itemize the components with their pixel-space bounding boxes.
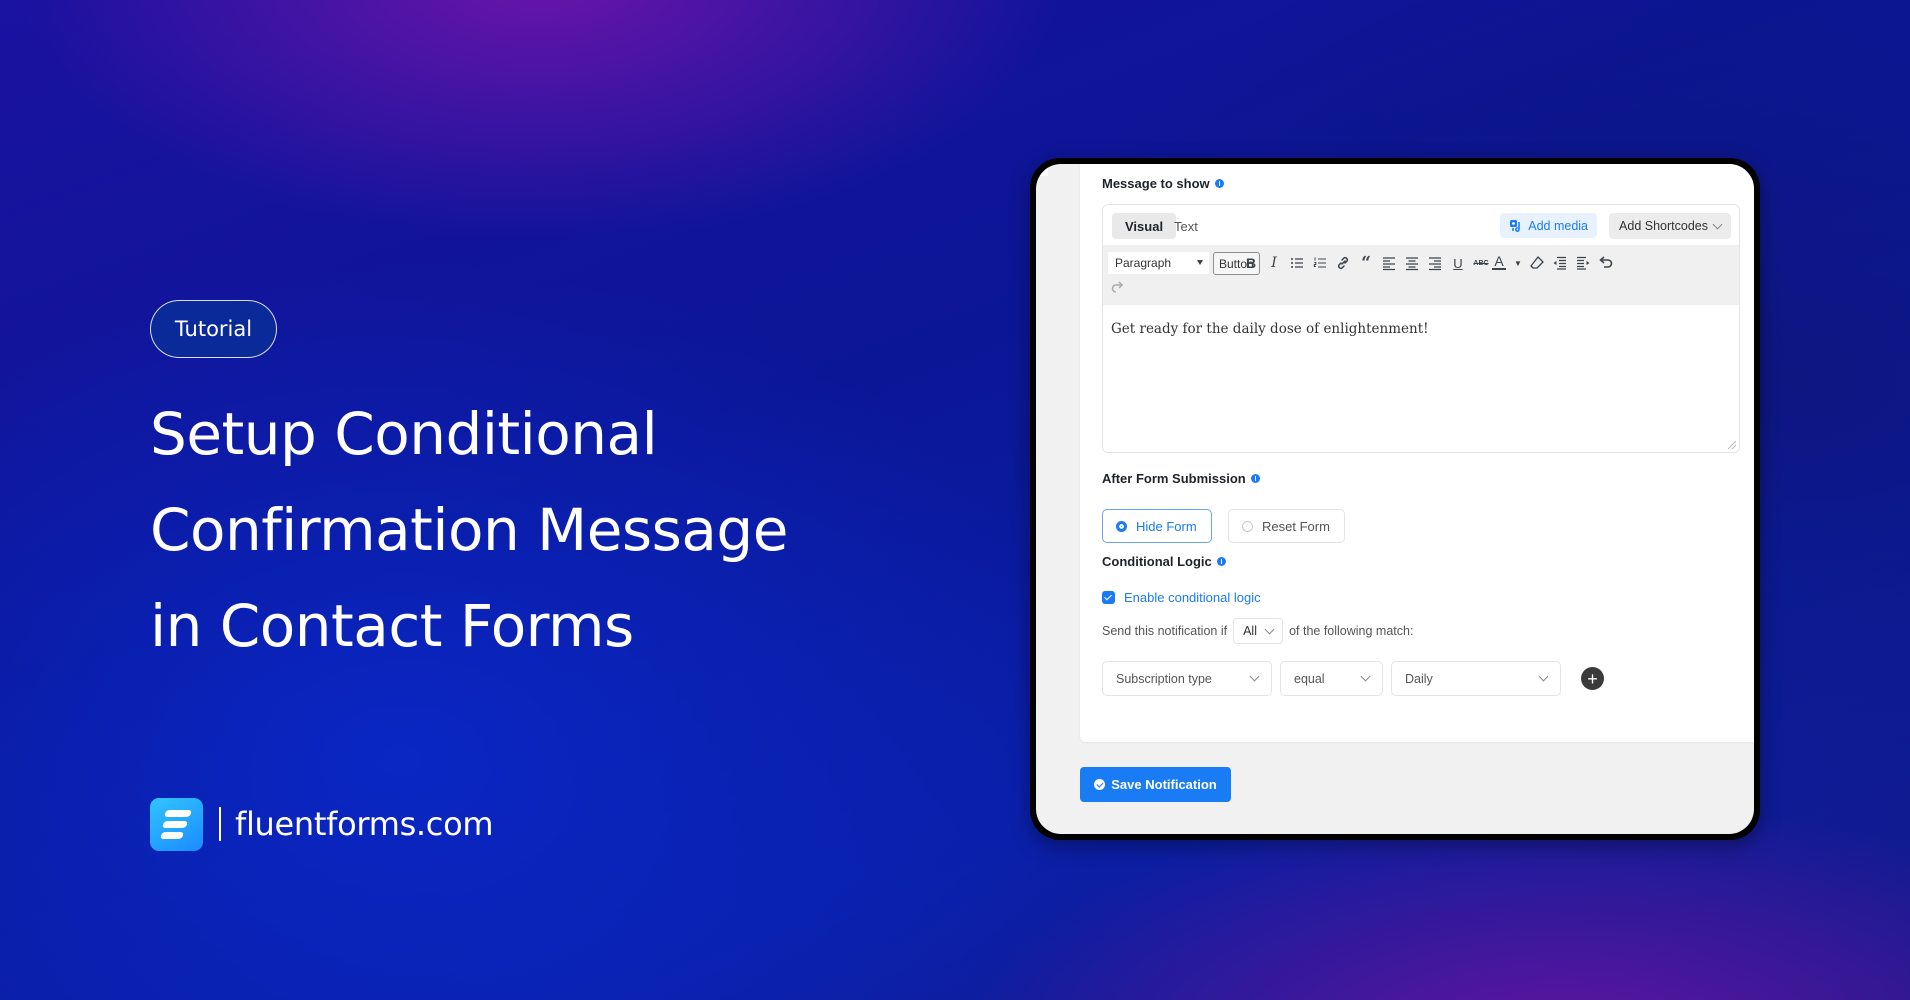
rule-operator-select[interactable]: equal xyxy=(1280,661,1383,696)
blockquote-icon[interactable]: “ xyxy=(1356,253,1376,273)
redo-icon[interactable] xyxy=(1107,277,1127,297)
checkbox-label: Enable conditional logic xyxy=(1124,590,1261,605)
chevron-down-icon xyxy=(1249,671,1260,682)
save-notification-button[interactable]: Save Notification xyxy=(1080,767,1231,802)
title-line: in Contact Forms xyxy=(150,592,634,660)
tab-text[interactable]: Text xyxy=(1161,213,1211,239)
rich-text-editor: Visual Text Add media Add Shortcodes Par… xyxy=(1102,204,1740,453)
add-shortcodes-button[interactable]: Add Shortcodes xyxy=(1609,213,1731,239)
tutorial-badge: Tutorial xyxy=(150,300,277,358)
send-suffix-text: of the following match: xyxy=(1289,624,1414,638)
editor-statusbar xyxy=(1103,436,1739,452)
message-label: Message to show xyxy=(1102,176,1224,191)
align-center-icon[interactable] xyxy=(1402,253,1422,273)
format-select[interactable]: Paragraph xyxy=(1108,252,1209,274)
save-notification-label: Save Notification xyxy=(1111,777,1217,792)
after-submission-label: After Form Submission xyxy=(1102,471,1260,486)
editor-header: Visual Text Add media Add Shortcodes xyxy=(1103,205,1739,245)
editor-toolbar: Paragraph Button B I “ U ABC A ▼ xyxy=(1103,245,1739,305)
enable-conditional-logic-checkbox[interactable]: Enable conditional logic xyxy=(1102,590,1261,605)
bold-icon[interactable]: B xyxy=(1241,253,1261,273)
strikethrough-icon[interactable]: ABC xyxy=(1471,253,1491,273)
match-type-select[interactable]: All xyxy=(1233,618,1284,644)
indent-icon[interactable] xyxy=(1573,253,1593,273)
info-icon[interactable] xyxy=(1250,474,1260,483)
send-prefix-text: Send this notification if xyxy=(1102,624,1228,638)
rule-value-select[interactable]: Daily xyxy=(1391,661,1561,696)
media-icon xyxy=(1510,219,1521,232)
add-shortcodes-label: Add Shortcodes xyxy=(1619,219,1708,233)
radio-reset-form[interactable]: Reset Form xyxy=(1228,509,1345,543)
editor-text: Get ready for the daily dose of enlighte… xyxy=(1111,321,1429,337)
page-title: Setup Conditional Confirmation Message i… xyxy=(150,386,788,674)
format-select-value: Paragraph xyxy=(1115,256,1172,270)
fluentforms-logo-icon xyxy=(150,797,203,851)
rule-value-value: Daily xyxy=(1405,671,1433,686)
rule-field-select[interactable]: Subscription type xyxy=(1102,661,1272,696)
plus-icon: + xyxy=(1587,668,1598,689)
numbered-list-icon[interactable] xyxy=(1310,253,1330,273)
check-circle-icon xyxy=(1094,779,1106,790)
conditional-logic-label: Conditional Logic xyxy=(1102,554,1226,569)
bullet-list-icon[interactable] xyxy=(1287,253,1307,273)
notification-settings-card: Message to show Visual Text Add media Ad… xyxy=(1080,164,1754,742)
message-label-text: Message to show xyxy=(1102,176,1210,191)
brand-divider xyxy=(219,807,221,841)
match-condition-row: Send this notification if All of the fol… xyxy=(1102,618,1413,644)
align-left-icon[interactable] xyxy=(1379,253,1399,273)
outdent-icon[interactable] xyxy=(1550,253,1570,273)
radio-unselected-icon xyxy=(1242,520,1253,532)
italic-icon[interactable]: I xyxy=(1264,253,1284,273)
corner-tab xyxy=(1036,164,1048,176)
brand: fluentforms.com xyxy=(150,797,494,851)
text-color-icon[interactable]: A xyxy=(1492,253,1506,270)
text-color-dropdown-icon[interactable]: ▼ xyxy=(1508,253,1528,273)
radio-label: Hide Form xyxy=(1136,518,1197,534)
checkbox-checked-icon xyxy=(1102,591,1115,604)
align-right-icon[interactable] xyxy=(1425,253,1445,273)
undo-icon[interactable] xyxy=(1596,253,1616,273)
radio-hide-form[interactable]: Hide Form xyxy=(1102,509,1212,543)
dropdown-arrow-icon xyxy=(1197,260,1203,265)
rule-field-value: Subscription type xyxy=(1116,671,1212,686)
title-line: Setup Conditional xyxy=(150,400,658,468)
underline-icon[interactable]: U xyxy=(1448,253,1468,273)
brand-name: fluentforms.com xyxy=(235,805,494,843)
after-submission-label-text: After Form Submission xyxy=(1102,471,1246,486)
chevron-down-icon xyxy=(1538,671,1549,682)
match-type-value: All xyxy=(1243,624,1257,638)
add-media-label: Add media xyxy=(1528,218,1588,233)
add-media-button[interactable]: Add media xyxy=(1500,213,1597,238)
editor-content[interactable]: Get ready for the daily dose of enlighte… xyxy=(1103,305,1739,438)
app-screen: Message to show Visual Text Add media Ad… xyxy=(1036,164,1754,834)
info-icon[interactable] xyxy=(1214,179,1224,188)
device-frame: Message to show Visual Text Add media Ad… xyxy=(1030,158,1760,840)
chevron-down-icon xyxy=(1360,671,1371,682)
clear-formatting-icon[interactable] xyxy=(1527,253,1547,273)
radio-label: Reset Form xyxy=(1262,518,1330,534)
rule-operator-value: equal xyxy=(1294,671,1325,686)
conditional-logic-label-text: Conditional Logic xyxy=(1102,554,1212,569)
chevron-down-icon xyxy=(1712,219,1723,229)
radio-selected-icon xyxy=(1116,520,1127,532)
info-icon[interactable] xyxy=(1216,557,1226,566)
resize-handle-icon[interactable] xyxy=(1728,441,1736,449)
link-icon[interactable] xyxy=(1333,253,1353,273)
title-line: Confirmation Message xyxy=(150,496,788,564)
add-rule-button[interactable]: + xyxy=(1581,667,1604,690)
chevron-down-icon xyxy=(1264,624,1275,634)
